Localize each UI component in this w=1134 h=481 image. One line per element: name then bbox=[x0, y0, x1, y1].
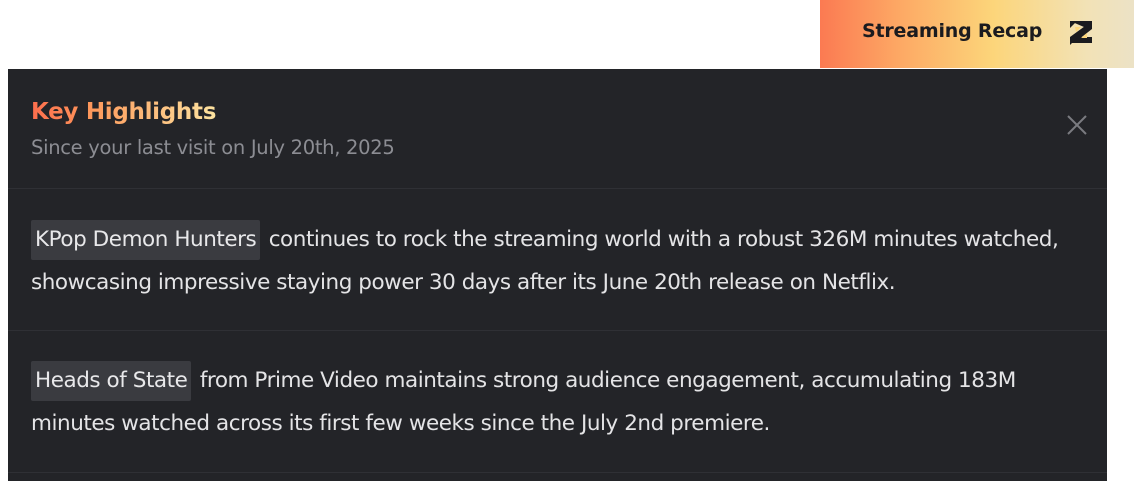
close-button[interactable] bbox=[1064, 112, 1090, 138]
highlight-text: Heads of State from Prime Video maintain… bbox=[31, 359, 1101, 445]
highlight-text: KPop Demon Hunters continues to rock the… bbox=[31, 218, 1101, 304]
close-icon bbox=[1067, 115, 1087, 135]
panel-title: Key Highlights bbox=[31, 99, 217, 125]
streaming-recap-label: Streaming Recap bbox=[862, 20, 1043, 42]
panel-subtitle: Since your last visit on July 20th, 2025 bbox=[31, 136, 395, 159]
streaming-recap-tab[interactable]: Streaming Recap bbox=[820, 0, 1134, 68]
key-highlights-panel: Key Highlights Since your last visit on … bbox=[8, 69, 1107, 481]
highlight-item: Heads of State from Prime Video maintain… bbox=[8, 331, 1107, 473]
title-chip-heads-of-state[interactable]: Heads of State bbox=[31, 361, 192, 401]
title-chip-kpop-demon-hunters[interactable]: KPop Demon Hunters bbox=[31, 220, 261, 260]
highlight-item: KPop Demon Hunters continues to rock the… bbox=[8, 190, 1107, 331]
brand-logo-icon bbox=[1064, 15, 1098, 49]
panel-header: Key Highlights Since your last visit on … bbox=[8, 69, 1107, 189]
page: Streaming Recap Key Highlights Since you… bbox=[0, 0, 1134, 481]
